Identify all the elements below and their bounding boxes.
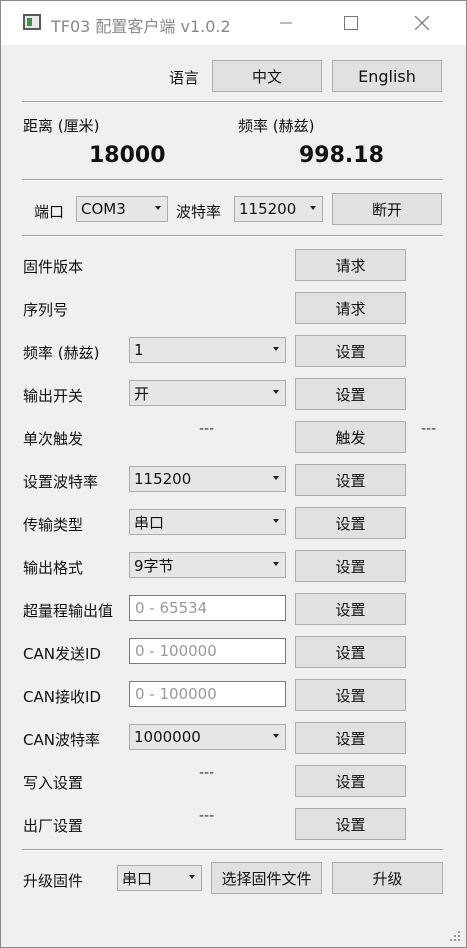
can-send-id-input[interactable]: 0 - 100000 [129,638,286,664]
output-switch-value: 开 [134,384,150,403]
set-baud-value: 115200 [134,470,192,488]
transport-type-set-button[interactable]: 设置 [295,507,406,539]
chevron-down-icon [273,347,279,351]
set-baud-label: 设置波特率 [23,473,99,491]
save-settings-button[interactable]: 设置 [295,765,406,797]
frequency-label: 频率 (赫兹) [238,117,315,135]
can-send-id-set-button[interactable]: 设置 [295,636,406,668]
chevron-down-icon [189,875,195,879]
resize-grip-icon[interactable] [450,931,460,941]
chevron-down-icon [310,206,316,210]
frequency-select-value: 1 [134,341,144,359]
chevron-down-icon [273,390,279,394]
firmware-version-label: 固件版本 [23,258,84,276]
can-baud-select[interactable]: 1000000 [129,724,286,750]
transport-type-select[interactable]: 串口 [129,509,286,535]
title-bar[interactable]: TF03 配置客户端 v1.0.2 [1,1,466,45]
choose-firmware-file-button[interactable]: 选择固件文件 [211,862,322,894]
frequency-select[interactable]: 1 [129,337,286,363]
set-baud-button[interactable]: 设置 [295,464,406,496]
divider [22,101,443,103]
close-button[interactable] [399,1,445,45]
frequency-set-button[interactable]: 设置 [295,335,406,367]
chevron-down-icon [155,206,161,210]
port-label: 端口 [34,203,65,221]
divider [22,235,443,237]
distance-value: 18000 [89,143,166,168]
chevron-down-icon [273,519,279,523]
output-switch-select[interactable]: 开 [129,380,286,406]
distance-label: 距离 (厘米) [23,117,100,135]
overrange-input[interactable]: 0 - 65534 [129,595,286,621]
language-label: 语言 [169,69,200,87]
output-format-value: 9字节 [134,556,174,575]
chevron-down-icon [273,562,279,566]
can-send-id-label: CAN发送ID [23,645,101,663]
trigger-result-right: --- [421,421,437,437]
baud-select[interactable]: 115200 [234,196,323,222]
upgrade-button[interactable]: 升级 [332,862,443,894]
chinese-button[interactable]: 中文 [212,60,322,92]
serial-request-button[interactable]: 请求 [295,292,406,324]
app-window: TF03 配置客户端 v1.0.2 语言 中文 English 距离 (厘米) … [0,0,467,948]
english-button[interactable]: English [332,60,442,92]
close-icon [415,16,429,30]
frequency-value: 998.18 [299,143,384,168]
transport-type-value: 串口 [134,513,165,532]
output-format-select[interactable]: 9字节 [129,552,286,578]
single-trigger-label: 单次触发 [23,430,84,448]
maximize-icon [344,16,358,30]
factory-reset-result: --- [199,808,215,824]
save-result: --- [199,765,215,781]
frequency-setting-label: 频率 (赫兹) [23,344,100,362]
firmware-request-button[interactable]: 请求 [295,249,406,281]
can-receive-id-set-button[interactable]: 设置 [295,679,406,711]
baud-select-value: 115200 [239,200,297,218]
overrange-label: 超量程输出值 [23,602,114,620]
output-switch-label: 输出开关 [23,387,84,405]
minimize-icon [280,22,292,24]
can-receive-id-label: CAN接收ID [23,688,101,706]
output-format-label: 输出格式 [23,559,84,577]
output-format-set-button[interactable]: 设置 [295,550,406,582]
trigger-result-left: --- [199,421,215,437]
chevron-down-icon [273,734,279,738]
divider [22,179,443,181]
minimize-button[interactable] [263,1,309,45]
set-baud-select[interactable]: 115200 [129,466,286,492]
output-switch-set-button[interactable]: 设置 [295,378,406,410]
maximize-button[interactable] [328,1,374,45]
overrange-set-button[interactable]: 设置 [295,593,406,625]
upgrade-mode-select[interactable]: 串口 [117,865,202,891]
disconnect-button[interactable]: 断开 [332,193,442,225]
transport-type-label: 传输类型 [23,516,84,534]
baud-label: 波特率 [176,203,222,221]
can-baud-label: CAN波特率 [23,731,100,749]
upgrade-mode-value: 串口 [122,869,153,888]
can-receive-id-input[interactable]: 0 - 100000 [129,681,286,707]
can-baud-set-button[interactable]: 设置 [295,722,406,754]
upgrade-firmware-label: 升级固件 [23,872,84,890]
port-select[interactable]: COM3 [76,196,168,222]
serial-number-label: 序列号 [23,301,69,319]
port-select-value: COM3 [81,200,126,218]
factory-reset-button[interactable]: 设置 [295,808,406,840]
app-icon [23,14,41,30]
trigger-button[interactable]: 触发 [295,421,406,453]
can-baud-value: 1000000 [134,728,201,746]
factory-reset-label: 出厂设置 [23,817,84,835]
divider [22,849,443,851]
save-settings-label: 写入设置 [23,774,84,792]
chevron-down-icon [273,476,279,480]
window-title: TF03 配置客户端 v1.0.2 [51,17,231,36]
